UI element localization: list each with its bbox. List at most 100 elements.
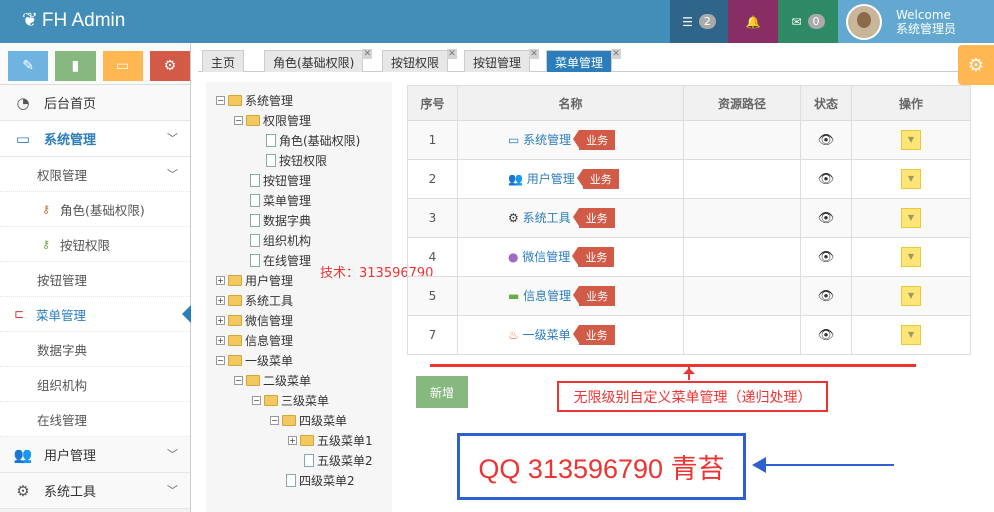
- close-icon[interactable]: ✕: [447, 49, 458, 59]
- menu-name-link[interactable]: 系统工具: [523, 211, 571, 225]
- eye-icon[interactable]: 👁: [818, 250, 835, 265]
- expand-icon[interactable]: +: [216, 335, 225, 345]
- actions-dropdown-button[interactable]: ▼: [901, 325, 921, 345]
- expand-icon[interactable]: +: [216, 315, 225, 325]
- close-icon[interactable]: ✕: [611, 49, 622, 59]
- sidebar-item-button-manage[interactable]: 按钮管理: [0, 262, 190, 297]
- tab-button-permission[interactable]: 按钮权限 ✕: [382, 49, 458, 72]
- tasks-button[interactable]: ☰ 2: [670, 0, 728, 43]
- tree-node[interactable]: 四级菜单2: [286, 471, 355, 489]
- tab-role[interactable]: 角色(基础权限) ✕: [264, 49, 373, 72]
- signal-shortcut[interactable]: ▮: [55, 51, 96, 81]
- sidebar-item-system[interactable]: ▭ 系统管理 ﹀: [0, 121, 190, 157]
- tab-home[interactable]: 主页: [202, 50, 245, 72]
- close-icon[interactable]: ✕: [362, 49, 373, 59]
- close-icon[interactable]: ✕: [529, 49, 540, 59]
- user-menu[interactable]: Welcome 系统管理员: [838, 0, 994, 43]
- tree-node[interactable]: − 系统管理: [216, 91, 293, 109]
- sidebar-item-tools[interactable]: ⚙ 系统工具 ﹀: [0, 473, 190, 509]
- tree-node[interactable]: 数据字典: [250, 211, 311, 229]
- notifications-button[interactable]: 🔔: [728, 0, 778, 43]
- tree-node[interactable]: 角色(基础权限): [266, 131, 360, 149]
- actions-dropdown-button[interactable]: ▼: [901, 169, 921, 189]
- tree-node[interactable]: − 二级菜单: [234, 371, 311, 389]
- eye-icon[interactable]: 👁: [818, 289, 835, 304]
- type-tag: 业务: [573, 130, 616, 150]
- tree-node[interactable]: + 系统工具: [216, 291, 293, 309]
- eye-icon[interactable]: 👁: [818, 211, 835, 226]
- actions-dropdown-button[interactable]: ▼: [901, 130, 921, 150]
- menu-name-link[interactable]: 系统管理: [523, 133, 571, 147]
- row-number: 4: [407, 237, 458, 277]
- menu-name-link[interactable]: 一级菜单: [523, 328, 571, 342]
- tree-node[interactable]: − 三级菜单: [252, 391, 329, 409]
- resource-path: [683, 315, 801, 355]
- cogs-shortcut[interactable]: ⚙: [149, 51, 190, 81]
- file-icon: [250, 253, 260, 267]
- sidebar-item-role[interactable]: ⚷ 角色(基础权限): [0, 192, 190, 227]
- add-button[interactable]: 新增: [416, 376, 468, 408]
- tree-node[interactable]: 按钮权限: [266, 151, 327, 169]
- actions-dropdown-button[interactable]: ▼: [901, 286, 921, 306]
- tree-node[interactable]: 五级菜单2: [304, 451, 373, 469]
- tree-node[interactable]: − 四级菜单: [270, 411, 347, 429]
- menu-name-link[interactable]: 信息管理: [523, 289, 571, 303]
- username: 系统管理员: [896, 21, 957, 36]
- qq-contact-box: QQ 313596790 青苔: [457, 433, 746, 500]
- tree-node[interactable]: 菜单管理: [250, 191, 311, 209]
- eye-icon[interactable]: 👁: [818, 133, 835, 148]
- collapse-icon[interactable]: −: [252, 395, 261, 405]
- pencil-shortcut[interactable]: ✎: [8, 51, 49, 81]
- expand-icon[interactable]: +: [288, 435, 297, 445]
- sidebar-item-online[interactable]: 在线管理: [0, 402, 190, 437]
- actions-dropdown-button[interactable]: ▼: [901, 247, 921, 267]
- sidebar-item-home[interactable]: ◔ 后台首页: [0, 85, 190, 121]
- signal-icon: ▮: [71, 58, 80, 74]
- brand[interactable]: ❦ FH Admin: [22, 9, 125, 32]
- row-number: 3: [407, 198, 458, 238]
- app-title: FH Admin: [41, 10, 126, 31]
- sidebar-item-dictionary[interactable]: 数据字典: [0, 332, 190, 367]
- bell-icon: 🔔: [745, 14, 761, 29]
- key-icon: ⚷: [42, 237, 51, 251]
- sidebar-item-menu-manage[interactable]: ⊏ 菜单管理: [0, 297, 191, 332]
- collapse-icon[interactable]: −: [216, 95, 225, 105]
- sidebar-item-label: 后台首页: [44, 97, 97, 112]
- folder-icon: [300, 434, 314, 446]
- sidebar-item-label: 权限管理: [37, 167, 88, 183]
- tree-node[interactable]: − 一级菜单: [216, 351, 293, 369]
- tree-node[interactable]: + 微信管理: [216, 311, 293, 329]
- book-shortcut[interactable]: ▭: [102, 51, 143, 81]
- collapse-icon[interactable]: −: [234, 115, 243, 125]
- collapse-icon[interactable]: −: [216, 355, 225, 365]
- menu-name-link[interactable]: 用户管理: [527, 172, 575, 186]
- resource-path: [683, 198, 801, 238]
- expand-icon[interactable]: +: [216, 275, 225, 285]
- tree-node[interactable]: 按钮管理: [250, 171, 311, 189]
- tree-node[interactable]: 在线管理: [250, 251, 311, 269]
- menu-name-link[interactable]: 微信管理: [522, 250, 570, 264]
- collapse-icon[interactable]: −: [270, 415, 279, 425]
- sidebar-item-users[interactable]: 👥 用户管理 ﹀: [0, 437, 190, 473]
- sidebar-item-permissions[interactable]: 权限管理 ﹀: [0, 157, 190, 192]
- tab-menu-manage[interactable]: 菜单管理 ✕: [546, 49, 622, 72]
- eye-icon[interactable]: 👁: [818, 172, 835, 187]
- tree-node[interactable]: 组织机构: [250, 231, 311, 249]
- messages-button[interactable]: ✉ 0: [778, 0, 838, 43]
- sidebar-item-organization[interactable]: 组织机构: [0, 367, 190, 402]
- tree-node[interactable]: + 五级菜单1: [288, 431, 373, 449]
- expand-icon[interactable]: +: [216, 295, 225, 305]
- menu-tree: − 系统管理 − 权限管理 角色(基础权限) 按钮权限 按钮管理 菜单管理 数据字典…: [206, 82, 392, 512]
- eye-icon[interactable]: 👁: [818, 328, 835, 343]
- tree-node[interactable]: − 权限管理: [234, 111, 311, 129]
- folder-icon: [228, 94, 242, 106]
- tab-button-manage[interactable]: 按钮管理 ✕: [464, 49, 540, 72]
- tree-node[interactable]: + 信息管理: [216, 331, 293, 349]
- sidebar-item-button-permission[interactable]: ⚷ 按钮权限: [0, 227, 190, 262]
- comments-icon: ●: [508, 250, 523, 264]
- settings-gear-button[interactable]: ⚙: [958, 45, 994, 85]
- tree-node[interactable]: + 用户管理: [216, 271, 293, 289]
- file-icon: [266, 133, 276, 147]
- collapse-icon[interactable]: −: [234, 375, 243, 385]
- actions-dropdown-button[interactable]: ▼: [901, 208, 921, 228]
